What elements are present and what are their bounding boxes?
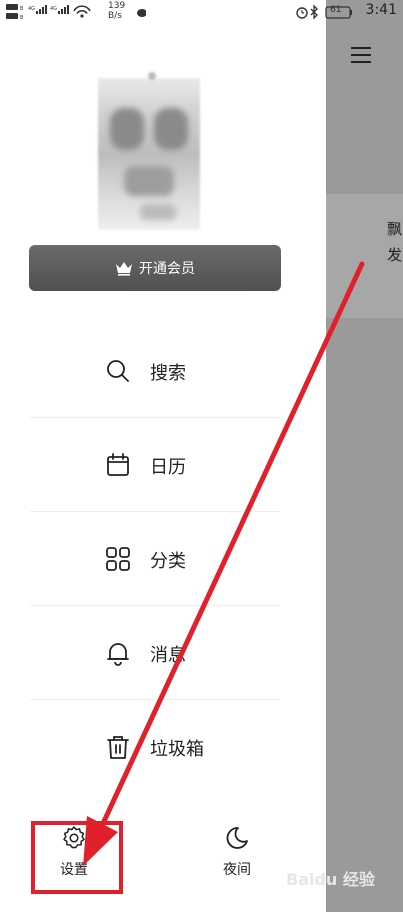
battery-level: 61 (330, 5, 342, 15)
search-icon (107, 360, 129, 382)
background-note-card: 飘 发 (326, 194, 403, 318)
night-mode-button[interactable]: 夜间 (207, 825, 267, 885)
background-note-line-1: 飘 (387, 220, 403, 238)
menu-item-label: 垃圾箱 (150, 739, 204, 760)
moon-icon (226, 827, 248, 849)
background-note-line-2: 发 (387, 246, 403, 264)
clock: 3:41 (365, 2, 397, 18)
night-mode-label: 夜间 (223, 862, 251, 878)
menu-item-label: 搜索 (150, 363, 186, 384)
menu-item-category[interactable]: 分类 (30, 512, 280, 606)
menu-item-trash[interactable]: 垃圾箱 (30, 700, 280, 794)
menu-item-label: 消息 (150, 645, 186, 666)
menu-item-messages[interactable]: 消息 (30, 606, 280, 700)
vip-button[interactable]: 开通会员 (29, 245, 281, 291)
menu-item-label: 分类 (150, 551, 186, 572)
bell-icon (107, 643, 129, 666)
avatar[interactable] (98, 72, 200, 230)
svg-text:B: B (20, 6, 24, 12)
svg-text:4G: 4G (50, 6, 57, 12)
vip-label: 开通会员 (139, 261, 195, 277)
trash-icon (107, 736, 129, 759)
net-speed-value: 139 (108, 1, 126, 11)
svg-text:B: B (20, 15, 24, 21)
watermark: Baidu 经验 (286, 870, 375, 889)
svg-text:4G: 4G (28, 6, 35, 12)
calendar-icon (107, 453, 129, 476)
alarm-bluetooth-battery-icons (296, 4, 352, 20)
menu-item-calendar[interactable]: 日历 (30, 418, 280, 512)
side-drawer: 开通会员 搜索 日历 分类 消息 垃圾箱 设置 夜间 (0, 0, 326, 912)
net-speed-unit: B/s (108, 11, 122, 21)
status-bar: B B 4G 4G 139 B/s 61 3:41 (0, 0, 403, 24)
highlight-box (31, 821, 123, 894)
crown-icon (116, 262, 132, 276)
menu-item-search[interactable]: 搜索 (30, 324, 280, 418)
grid-icon (106, 547, 130, 571)
dimmed-background-page[interactable] (326, 0, 403, 912)
menu-icon (351, 44, 373, 66)
menu-item-label: 日历 (150, 457, 186, 478)
